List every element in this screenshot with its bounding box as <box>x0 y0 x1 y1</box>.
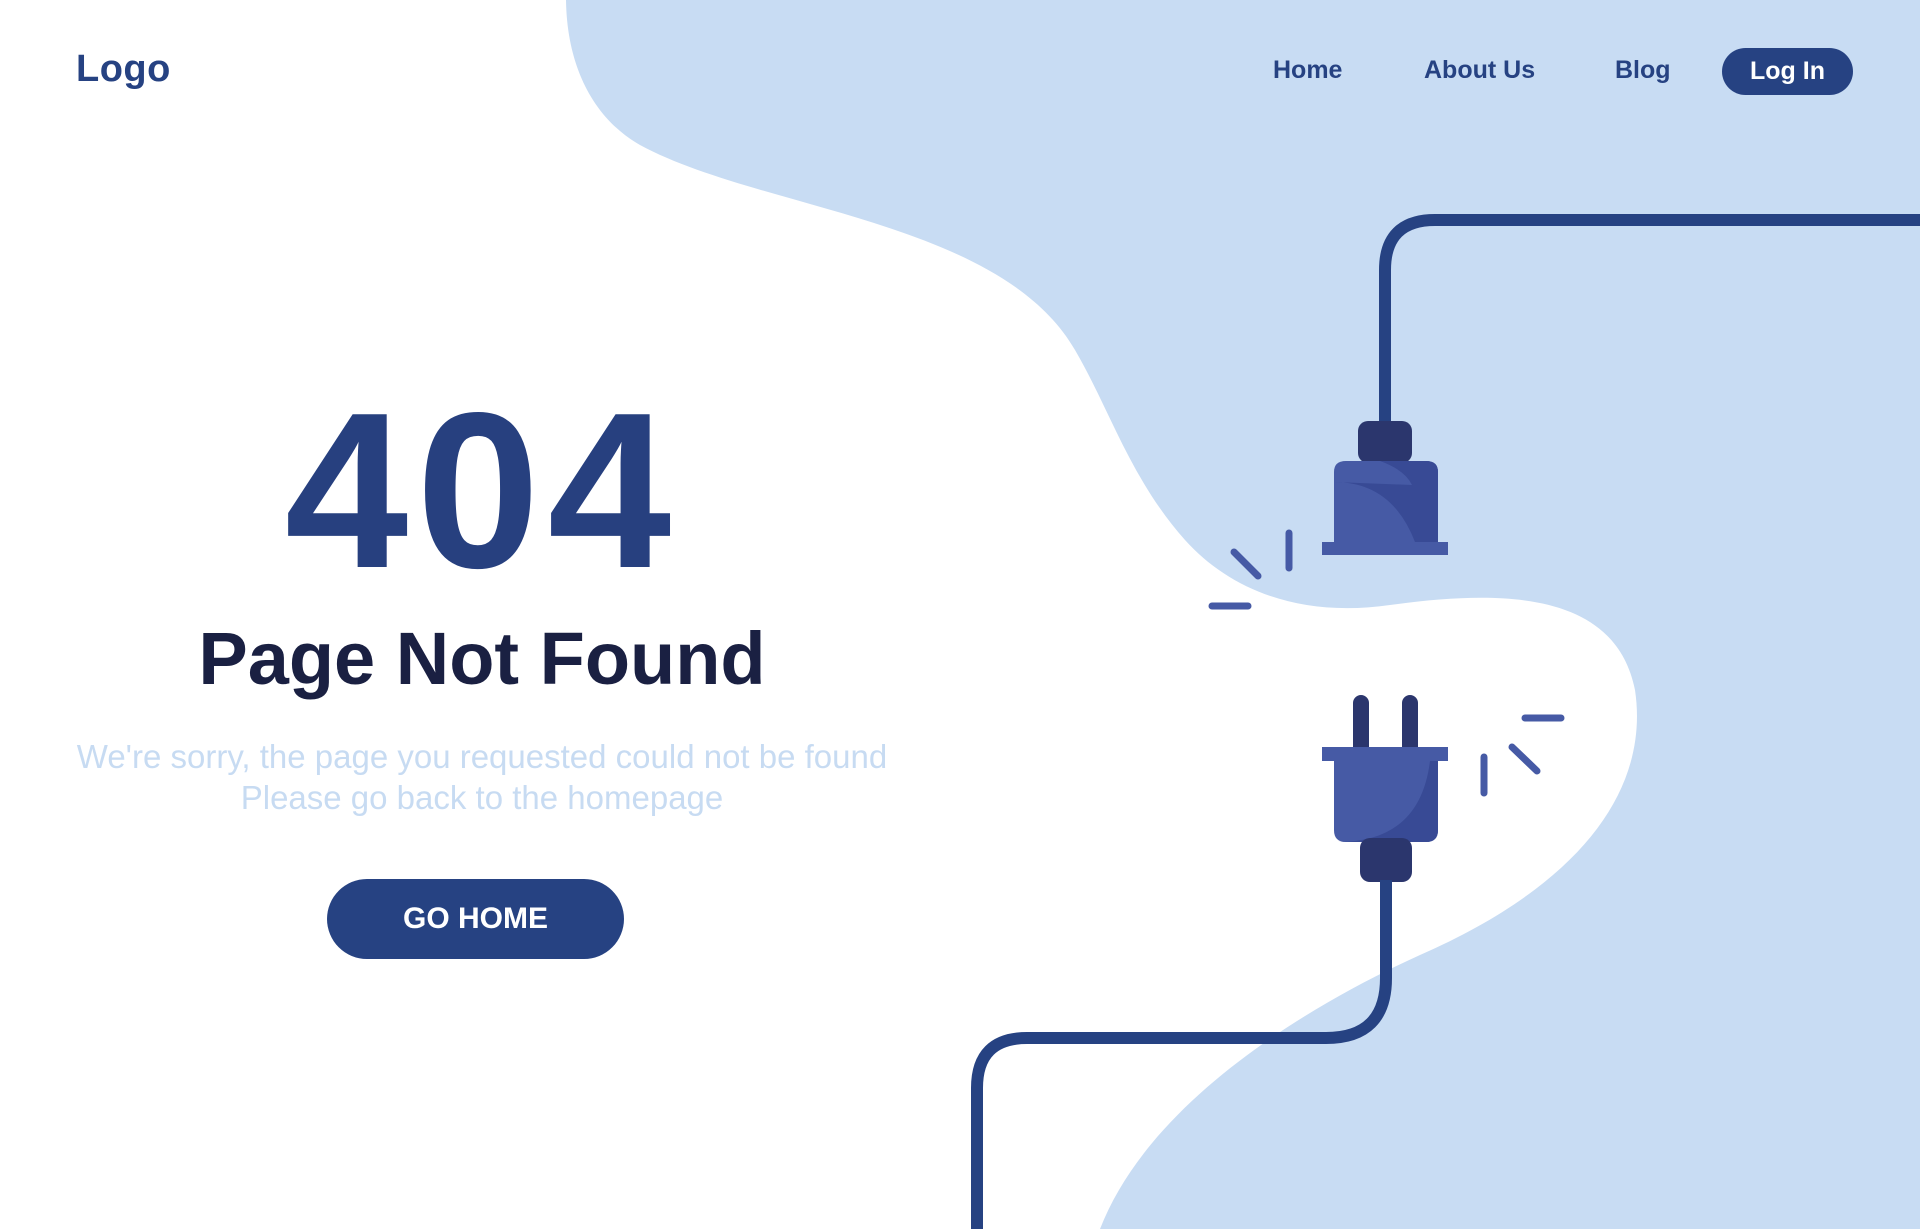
error-message: We're sorry, the page you requested coul… <box>60 736 904 818</box>
plug-icon <box>1322 695 1448 882</box>
nav-about-us-link[interactable]: About Us <box>1424 56 1535 85</box>
nav-home-link[interactable]: Home <box>1273 56 1342 85</box>
log-in-button[interactable]: Log In <box>1722 48 1853 95</box>
go-home-button[interactable]: GO HOME <box>327 879 624 959</box>
error-code: 404 <box>284 367 680 615</box>
nav-blog-link[interactable]: Blog <box>1615 56 1671 85</box>
page-title: Page Not Found <box>198 617 766 700</box>
error-message-line-2: Please go back to the homepage <box>240 778 724 816</box>
error-content: 404 Page Not Found We're sorry, the page… <box>60 380 904 818</box>
site-logo[interactable]: Logo <box>76 48 171 91</box>
spark-lines-lower <box>1480 714 1565 797</box>
not-found-page: Logo Home About Us Blog Log In 404 Page … <box>0 0 1920 1229</box>
main-navigation: Home About Us Blog Log In <box>1250 48 1870 96</box>
error-message-line-1: We're sorry, the page you requested coul… <box>76 737 888 775</box>
